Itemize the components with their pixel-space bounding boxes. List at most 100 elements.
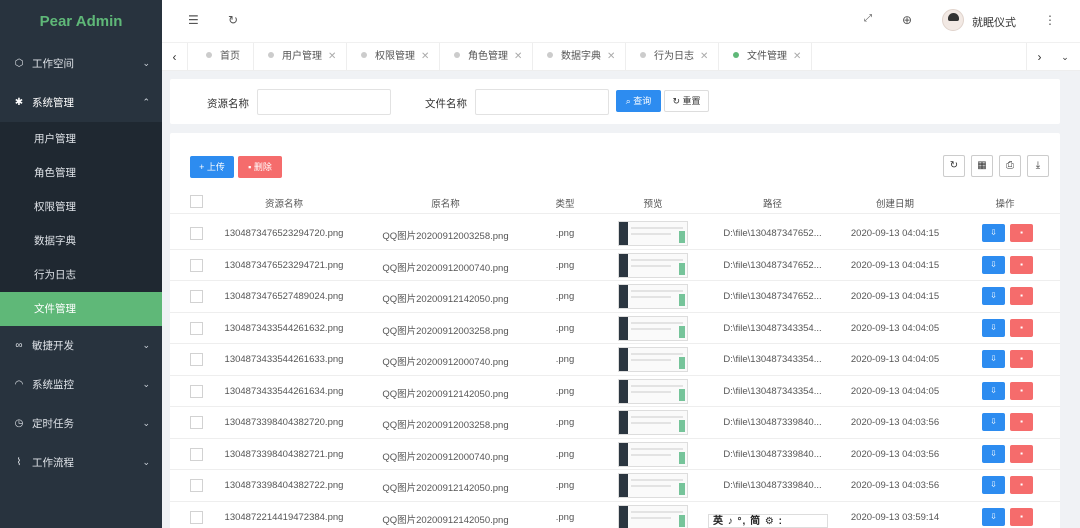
sidebar-subitem-users[interactable]: 用户管理 [0, 122, 162, 156]
column-filter-icon[interactable]: ▦ [971, 155, 993, 177]
select-all-checkbox[interactable] [190, 195, 203, 208]
preview-thumbnail[interactable] [618, 221, 688, 246]
menu-toggle-icon[interactable]: ☰ [188, 13, 199, 27]
row-delete-button[interactable]: ▪ [1010, 476, 1033, 494]
row-delete-button[interactable]: ▪ [1010, 318, 1033, 337]
row-checkbox[interactable] [190, 290, 203, 303]
tab-permissions[interactable]: 权限管理 ✕ [347, 43, 440, 71]
thumb-line [631, 233, 671, 235]
row-delete-button[interactable]: ▪ [1010, 507, 1033, 526]
preview-thumbnail[interactable] [618, 473, 688, 498]
download-button[interactable]: ⇩ [982, 413, 1005, 431]
table-row: 1304873476527489024.png QQ图片2020091214205… [170, 281, 1060, 313]
sidebar-subitem-roles[interactable]: 角色管理 [0, 156, 162, 190]
trash-icon: ▪ [1020, 511, 1023, 521]
more-icon[interactable]: ⋮ [1044, 13, 1056, 27]
app-logo: Pear Admin [39, 13, 123, 30]
preview-thumbnail[interactable] [618, 441, 688, 467]
avatar[interactable] [942, 9, 964, 31]
delete-button[interactable]: ▪ 删除 [238, 156, 282, 178]
download-button[interactable]: ⇩ [982, 476, 1005, 494]
sidebar-subitem-files[interactable]: 文件管理 [0, 292, 162, 326]
sidebar-item-workflow[interactable]: ⌇ 工作流程 ⌄ [0, 443, 162, 482]
row-checkbox[interactable] [190, 353, 203, 366]
refresh-icon[interactable]: ↻ [228, 13, 238, 27]
query-button[interactable]: ⌕ 查询 [616, 90, 661, 112]
cell-type: .png [555, 291, 575, 302]
sidebar-item-system[interactable]: ✱ 系统管理 ⌃ [0, 83, 162, 122]
resource-name-input[interactable] [257, 89, 391, 115]
tab-home[interactable]: 首页 [192, 43, 254, 71]
sidebar-item-label: 系统监控 [32, 379, 74, 391]
preview-thumbnail[interactable] [618, 347, 688, 372]
preview-thumbnail[interactable] [618, 410, 688, 435]
preview-thumbnail[interactable] [618, 252, 688, 278]
download-button[interactable]: ⇩ [982, 381, 1005, 400]
download-button[interactable]: ⇩ [982, 318, 1005, 337]
close-icon[interactable]: ✕ [421, 51, 429, 62]
download-button[interactable]: ⇩ [982, 224, 1005, 242]
tab-logs[interactable]: 行为日志 ✕ [626, 43, 719, 71]
close-icon[interactable]: ✕ [793, 51, 801, 62]
tab-scroll-left-icon[interactable]: ‹ [162, 43, 188, 71]
thumb-line [631, 416, 683, 418]
sidebar-subitem-logs[interactable]: 行为日志 [0, 258, 162, 292]
globe-icon[interactable]: ⊕ [902, 13, 912, 27]
row-checkbox[interactable] [190, 479, 203, 492]
search-icon: ⌕ [625, 96, 631, 106]
preview-thumbnail[interactable] [618, 504, 688, 528]
tab-dictionary[interactable]: 数据字典 ✕ [533, 43, 626, 71]
row-checkbox[interactable] [190, 447, 203, 461]
sidebar-subitem-permissions[interactable]: 权限管理 [0, 190, 162, 224]
close-icon[interactable]: ✕ [328, 51, 336, 62]
close-icon[interactable]: ✕ [700, 51, 708, 62]
preview-thumbnail[interactable] [618, 284, 688, 309]
export-icon[interactable]: ⤓ [1027, 155, 1049, 177]
download-button[interactable]: ⇩ [982, 444, 1005, 463]
upload-button[interactable]: + 上传 [190, 156, 234, 178]
row-checkbox[interactable] [190, 384, 203, 398]
download-button[interactable]: ⇩ [982, 255, 1005, 274]
sidebar-item-workspace[interactable]: ⬡ 工作空间 ⌄ [0, 44, 162, 83]
flow-icon: ⌇ [16, 457, 22, 468]
download-button[interactable]: ⇩ [982, 287, 1005, 305]
preview-thumbnail[interactable] [618, 378, 688, 404]
close-icon[interactable]: ✕ [607, 51, 615, 62]
user-name[interactable]: 就眠仪式 [972, 14, 1016, 30]
row-checkbox[interactable] [190, 416, 203, 429]
row-delete-button[interactable]: ▪ [1010, 381, 1033, 400]
sidebar-item-monitor[interactable]: ◠ 系统监控 ⌄ [0, 365, 162, 404]
close-icon[interactable]: ✕ [514, 51, 522, 62]
tab-dropdown-icon[interactable]: ⌄ [1052, 43, 1078, 71]
tab-roles[interactable]: 角色管理 ✕ [440, 43, 533, 71]
ime-toolbar[interactable]: 英 ♪ °, 简 ⚙ : [708, 514, 828, 528]
col-original-name: 原名称 [431, 199, 460, 210]
row-delete-button[interactable]: ▪ [1010, 413, 1033, 431]
reset-button[interactable]: ↻ 重置 [664, 90, 709, 112]
file-name-input[interactable] [475, 89, 609, 115]
tab-files[interactable]: 文件管理 ✕ [719, 43, 812, 71]
row-checkbox[interactable] [190, 227, 203, 240]
print-icon[interactable]: ⎙ [999, 155, 1021, 177]
row-checkbox[interactable] [190, 510, 203, 524]
sidebar-subitem-dictionary[interactable]: 数据字典 [0, 224, 162, 258]
sidebar: Pear Admin ⬡ 工作空间 ⌄ ✱ 系统管理 ⌃ 用户管理 角色管理 权… [0, 0, 162, 528]
tab-users[interactable]: 用户管理 ✕ [254, 43, 347, 71]
row-checkbox[interactable] [190, 321, 203, 335]
row-delete-button[interactable]: ▪ [1010, 350, 1033, 368]
row-checkbox[interactable] [190, 258, 203, 272]
download-button[interactable]: ⇩ [982, 350, 1005, 368]
row-delete-button[interactable]: ▪ [1010, 255, 1033, 274]
fullscreen-icon[interactable]: ⤢ [864, 13, 872, 24]
row-delete-button[interactable]: ▪ [1010, 444, 1033, 463]
tab-scroll-right-icon[interactable]: › [1026, 43, 1052, 71]
thumb-line [631, 384, 683, 387]
row-delete-button[interactable]: ▪ [1010, 224, 1033, 242]
download-button[interactable]: ⇩ [982, 507, 1005, 526]
preview-thumbnail[interactable] [618, 315, 688, 341]
table-refresh-icon[interactable]: ↻ [943, 155, 965, 177]
sidebar-item-scheduled[interactable]: ◷ 定时任务 ⌄ [0, 404, 162, 443]
sidebar-item-agile[interactable]: ∞ 敏捷开发 ⌄ [0, 326, 162, 365]
cell-path: D:\file\130487343354... [723, 385, 822, 397]
row-delete-button[interactable]: ▪ [1010, 287, 1033, 305]
